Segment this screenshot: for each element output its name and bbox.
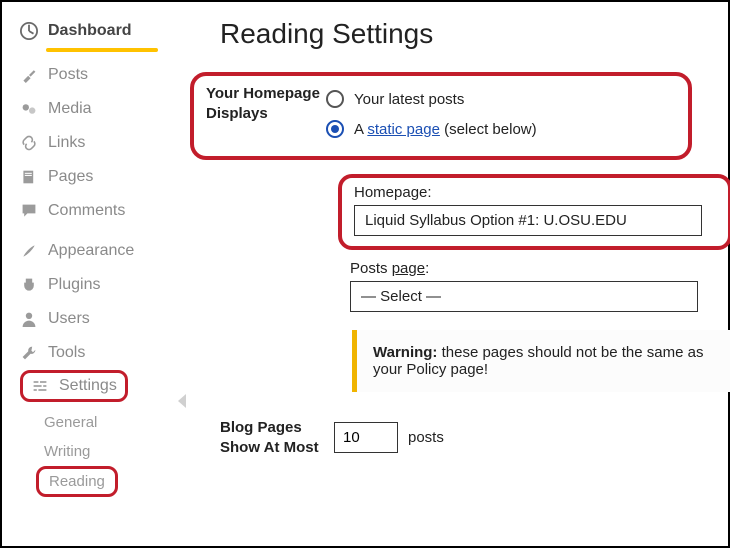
sidebar-item-comments[interactable]: Comments (20, 194, 158, 228)
sidebar-item-tools[interactable]: Tools (20, 336, 158, 370)
sidebar-item-users[interactable]: Users (20, 302, 158, 336)
blog-pages-input[interactable] (334, 422, 398, 453)
sidebar-item-label: Links (48, 134, 85, 152)
active-indicator (46, 48, 158, 52)
sidebar-item-label: Users (48, 310, 90, 328)
radio-selected-icon (326, 120, 344, 138)
page-title: Reading Settings (220, 18, 730, 50)
sidebar-item-label: Pages (48, 168, 93, 186)
comment-icon (20, 202, 38, 220)
page-icon (20, 168, 38, 186)
static-page-link[interactable]: static page (367, 121, 440, 138)
wrench-icon (20, 344, 38, 362)
homepage-select[interactable]: Liquid Syllabus Option #1: U.OSU.EDU (354, 205, 702, 236)
homepage-field-label: Homepage: (354, 184, 716, 201)
radio-static-page[interactable]: A static page (select below) (326, 114, 537, 144)
posts-page-block: Posts page: — Select — (350, 260, 730, 312)
user-icon (20, 310, 38, 328)
warning-notice: Warning: these pages should not be the s… (352, 330, 730, 392)
posts-page-select[interactable]: — Select — (350, 281, 698, 312)
radio-label: A static page (select below) (354, 121, 537, 138)
sidebar-item-label: Media (48, 100, 92, 118)
sidebar-item-dashboard[interactable]: Dashboard (20, 14, 158, 48)
sidebar-item-label: Plugins (48, 276, 100, 294)
sidebar-item-media[interactable]: Media (20, 92, 158, 126)
sidebar-item-label: Dashboard (48, 22, 132, 40)
dashboard-icon (20, 22, 38, 40)
sidebar-item-settings[interactable]: Settings (31, 375, 117, 397)
sidebar-item-links[interactable]: Links (20, 126, 158, 160)
reading-highlight: Reading (36, 466, 118, 497)
sidebar-item-label: Settings (59, 377, 117, 395)
radio-unselected-icon (326, 90, 344, 108)
blog-pages-label: Blog Pages Show At Most (220, 418, 334, 457)
radio-label: Your latest posts (354, 91, 464, 108)
homepage-select-highlight: Homepage: Liquid Syllabus Option #1: U.O… (338, 174, 730, 250)
submenu-writing[interactable]: Writing (30, 437, 158, 466)
media-icon (20, 100, 38, 118)
settings-highlight: Settings (20, 370, 128, 402)
sidebar-item-plugins[interactable]: Plugins (20, 268, 158, 302)
sidebar-item-label: Comments (48, 202, 125, 220)
sidebar-item-label: Tools (48, 344, 85, 362)
pin-icon (20, 66, 38, 84)
main-content: Reading Settings Your Homepage Displays … (168, 2, 730, 546)
sidebar-item-appearance[interactable]: Appearance (20, 234, 158, 268)
warning-bold: Warning: (373, 344, 437, 361)
submenu-general[interactable]: General (30, 408, 158, 437)
posts-page-label: Posts page: (350, 260, 730, 277)
homepage-displays-label: Your Homepage Displays (206, 84, 320, 123)
settings-submenu: General Writing Reading (20, 408, 158, 497)
submenu-reading[interactable]: Reading (49, 470, 105, 493)
plug-icon (20, 276, 38, 294)
sidebar-item-label: Appearance (48, 242, 134, 260)
sidebar-item-posts[interactable]: Posts (20, 58, 158, 92)
sidebar-item-label: Posts (48, 66, 88, 84)
link-icon (20, 134, 38, 152)
admin-sidebar: Dashboard Posts Media Links Pages (2, 2, 168, 546)
sidebar-item-pages[interactable]: Pages (20, 160, 158, 194)
radio-latest-posts[interactable]: Your latest posts (326, 84, 537, 114)
brush-icon (20, 242, 38, 260)
blog-pages-suffix: posts (408, 429, 444, 446)
homepage-displays-highlight: Your Homepage Displays Your latest posts… (190, 72, 692, 160)
settings-icon (31, 377, 49, 395)
